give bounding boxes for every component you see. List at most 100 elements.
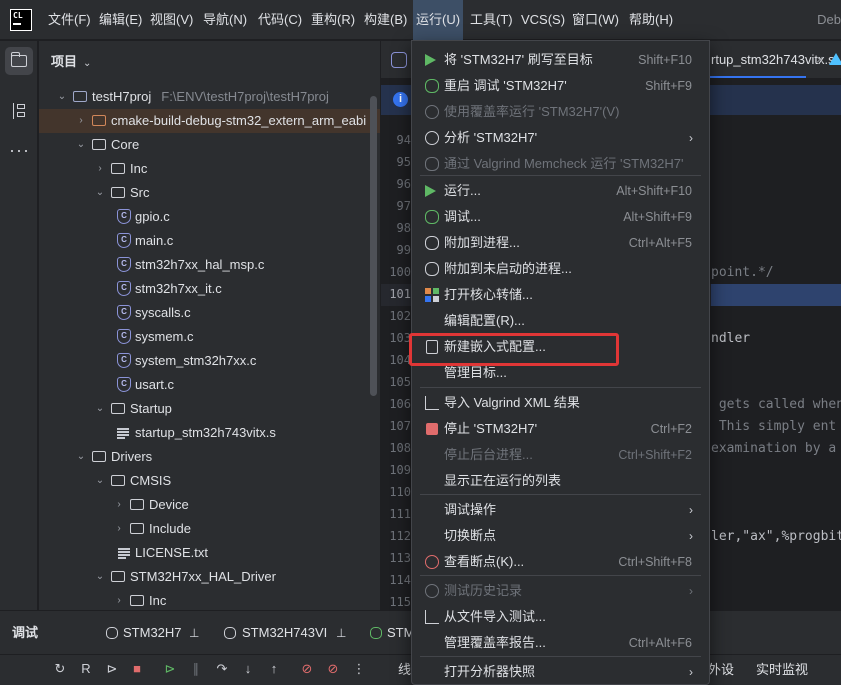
tree-item-cmsis[interactable]: ⌄ CMSIS: [39, 469, 380, 493]
line-number[interactable]: 114: [381, 573, 411, 587]
code-line-103[interactable]: ndler: [711, 331, 750, 346]
tree-item-license-txt[interactable]: LICENSE.txt: [39, 541, 380, 565]
run-menu-item-22[interactable]: 管理覆盖率报告... Ctrl+Alt+F6: [412, 630, 709, 656]
chevron-down-icon[interactable]: ⌄: [56, 85, 68, 109]
tree-item-startup-stm32h743vitx-s[interactable]: startup_stm32h743vitx.s: [39, 421, 380, 445]
line-number[interactable]: 102: [381, 309, 411, 323]
menu-run[interactable]: 运行(U): [413, 0, 464, 40]
view-breakpoints-icon[interactable]: ⊘: [299, 661, 315, 677]
tree-item-sysmem-c[interactable]: Csysmem.c: [39, 325, 380, 349]
tree-item-drivers[interactable]: ⌄ Drivers: [39, 445, 380, 469]
line-number[interactable]: 107: [381, 419, 411, 433]
line-number[interactable]: 112: [381, 529, 411, 543]
menu-edit[interactable]: 编辑(E): [97, 0, 144, 40]
chevron-down-icon[interactable]: ⌄: [94, 469, 106, 493]
run-menu-item-8[interactable]: 附加到未启动的进程...: [412, 256, 709, 282]
more-options-icon[interactable]: ⋮: [351, 661, 367, 677]
project-scrollbar[interactable]: [370, 96, 377, 396]
run-menu-item-0[interactable]: 将 'STM32H7' 刷写至目标 Shift+F10: [412, 47, 709, 73]
run-menu-item-5[interactable]: 运行... Alt+Shift+F10: [412, 178, 709, 204]
run-menu-item-15[interactable]: 停止后台进程... Ctrl+Shift+F2: [412, 442, 709, 468]
line-number[interactable]: 108: [381, 441, 411, 455]
line-number[interactable]: 109: [381, 463, 411, 477]
code-line-108[interactable]: examination by a: [711, 441, 836, 456]
peripherals-tab[interactable]: 外设: [708, 655, 734, 685]
run-menu-item-19[interactable]: 查看断点(K)... Ctrl+Shift+F8: [412, 549, 709, 575]
line-number[interactable]: 103: [381, 331, 411, 345]
debug-tab-stm32h743vi[interactable]: STM32H743VI: [242, 611, 327, 655]
chevron-down-icon[interactable]: ⌄: [94, 565, 106, 589]
run-menu-item-10[interactable]: 编辑配置(R)...: [412, 308, 709, 334]
tree-item-main-c[interactable]: Cmain.c: [39, 229, 380, 253]
line-number[interactable]: 100: [381, 265, 411, 279]
chevron-right-icon[interactable]: ›: [94, 157, 106, 181]
tree-item-stm32h7xx-hal-driver[interactable]: ⌄ STM32H7xx_HAL_Driver: [39, 565, 380, 589]
chevron-right-icon[interactable]: ›: [113, 493, 125, 517]
code-line-112[interactable]: ler,"ax",%progbit: [711, 529, 841, 544]
line-number[interactable]: 104: [381, 353, 411, 367]
mute-breakpoints-icon[interactable]: ⊘: [325, 661, 341, 677]
menu-tools[interactable]: 工具(T): [468, 0, 515, 40]
tree-item-testh7proj[interactable]: ⌄ testH7proj F:\ENV\testH7proj\testH7proj: [39, 85, 380, 109]
code-line-107[interactable]: This simply ent: [711, 419, 836, 434]
line-number[interactable]: 106: [381, 397, 411, 411]
pause-icon[interactable]: ∥: [188, 661, 204, 677]
warning-triangle-icon[interactable]: [829, 53, 841, 65]
tree-item-core[interactable]: ⌄ Core: [39, 133, 380, 157]
pin-icon[interactable]: ⊥: [189, 611, 199, 655]
stop-icon[interactable]: ■: [129, 661, 145, 677]
run-menu-item-13[interactable]: 导入 Valgrind XML 结果: [412, 390, 709, 416]
menu-help[interactable]: 帮助(H): [627, 0, 675, 40]
menu-refactor[interactable]: 重构(R): [309, 0, 357, 40]
menu-file[interactable]: 文件(F): [46, 0, 93, 40]
run-menu-item-20[interactable]: 测试历史记录 ›: [412, 578, 709, 604]
chevron-down-icon[interactable]: ⌄: [75, 445, 87, 469]
menu-view[interactable]: 视图(V): [148, 0, 195, 40]
pin-icon[interactable]: ⊥: [336, 611, 346, 655]
more-tools-button[interactable]: ···: [5, 137, 33, 165]
step-out-icon[interactable]: ↑: [266, 661, 282, 677]
clion-logo-icon[interactable]: CL: [10, 9, 32, 31]
menu-code[interactable]: 代码(C): [256, 0, 304, 40]
threads-tab[interactable]: 线: [398, 655, 411, 685]
project-panel-header[interactable]: 项目 ⌄: [51, 51, 91, 70]
line-number[interactable]: 113: [381, 551, 411, 565]
tree-item-src[interactable]: ⌄ Src: [39, 181, 380, 205]
tree-item-include[interactable]: › Include: [39, 517, 380, 541]
rerun-icon[interactable]: ↻: [52, 661, 68, 677]
run-menu-item-14[interactable]: 停止 'STM32H7' Ctrl+F2: [412, 416, 709, 442]
run-menu-item-18[interactable]: 切换断点 ›: [412, 523, 709, 549]
line-number[interactable]: 101: [381, 287, 411, 301]
run-menu-item-9[interactable]: 打开核心转储...: [412, 282, 709, 308]
line-number[interactable]: 99: [381, 243, 411, 257]
run-menu-item-4[interactable]: 通过 Valgrind Memcheck 运行 'STM32H7': [412, 151, 709, 177]
restart-icon[interactable]: ⊳: [104, 661, 120, 677]
tree-item-syscalls-c[interactable]: Csyscalls.c: [39, 301, 380, 325]
tree-item-gpio-c[interactable]: Cgpio.c: [39, 205, 380, 229]
close-tab-icon[interactable]: ×: [816, 41, 824, 79]
menu-vcs[interactable]: VCS(S): [519, 0, 567, 40]
debug-tab-stm32h7[interactable]: STM32H7: [123, 611, 182, 655]
tree-item-stm32h7xx-hal-msp-c[interactable]: Cstm32h7xx_hal_msp.c: [39, 253, 380, 277]
tree-item-startup[interactable]: ⌄ Startup: [39, 397, 380, 421]
line-number[interactable]: 115: [381, 595, 411, 609]
chevron-right-icon[interactable]: ›: [113, 517, 125, 541]
chevron-down-icon[interactable]: ⌄: [94, 181, 106, 205]
run-menu-item-21[interactable]: 从文件导入测试...: [412, 604, 709, 630]
run-menu-item-7[interactable]: 附加到进程... Ctrl+Alt+F5: [412, 230, 709, 256]
chevron-right-icon[interactable]: ›: [75, 109, 87, 133]
resume-icon[interactable]: ⊳: [162, 661, 178, 677]
live-watches-tab[interactable]: 实时监视: [756, 655, 808, 685]
run-menu-item-6[interactable]: 调试... Alt+Shift+F9: [412, 204, 709, 230]
code-line-106[interactable]: gets called when: [711, 397, 841, 412]
menu-window[interactable]: 窗口(W): [570, 0, 621, 40]
step-over-icon[interactable]: ↷: [214, 661, 230, 677]
line-number[interactable]: 95: [381, 155, 411, 169]
structure-tool-button[interactable]: [5, 97, 33, 125]
run-menu-item-2[interactable]: 使用覆盖率运行 'STM32H7'(V): [412, 99, 709, 125]
line-number[interactable]: 105: [381, 375, 411, 389]
run-menu-item-3[interactable]: 分析 'STM32H7' ›: [412, 125, 709, 151]
chevron-down-icon[interactable]: ⌄: [75, 133, 87, 157]
menu-build[interactable]: 构建(B): [362, 0, 409, 40]
run-menu-item-1[interactable]: 重启 调试 'STM32H7' Shift+F9: [412, 73, 709, 99]
